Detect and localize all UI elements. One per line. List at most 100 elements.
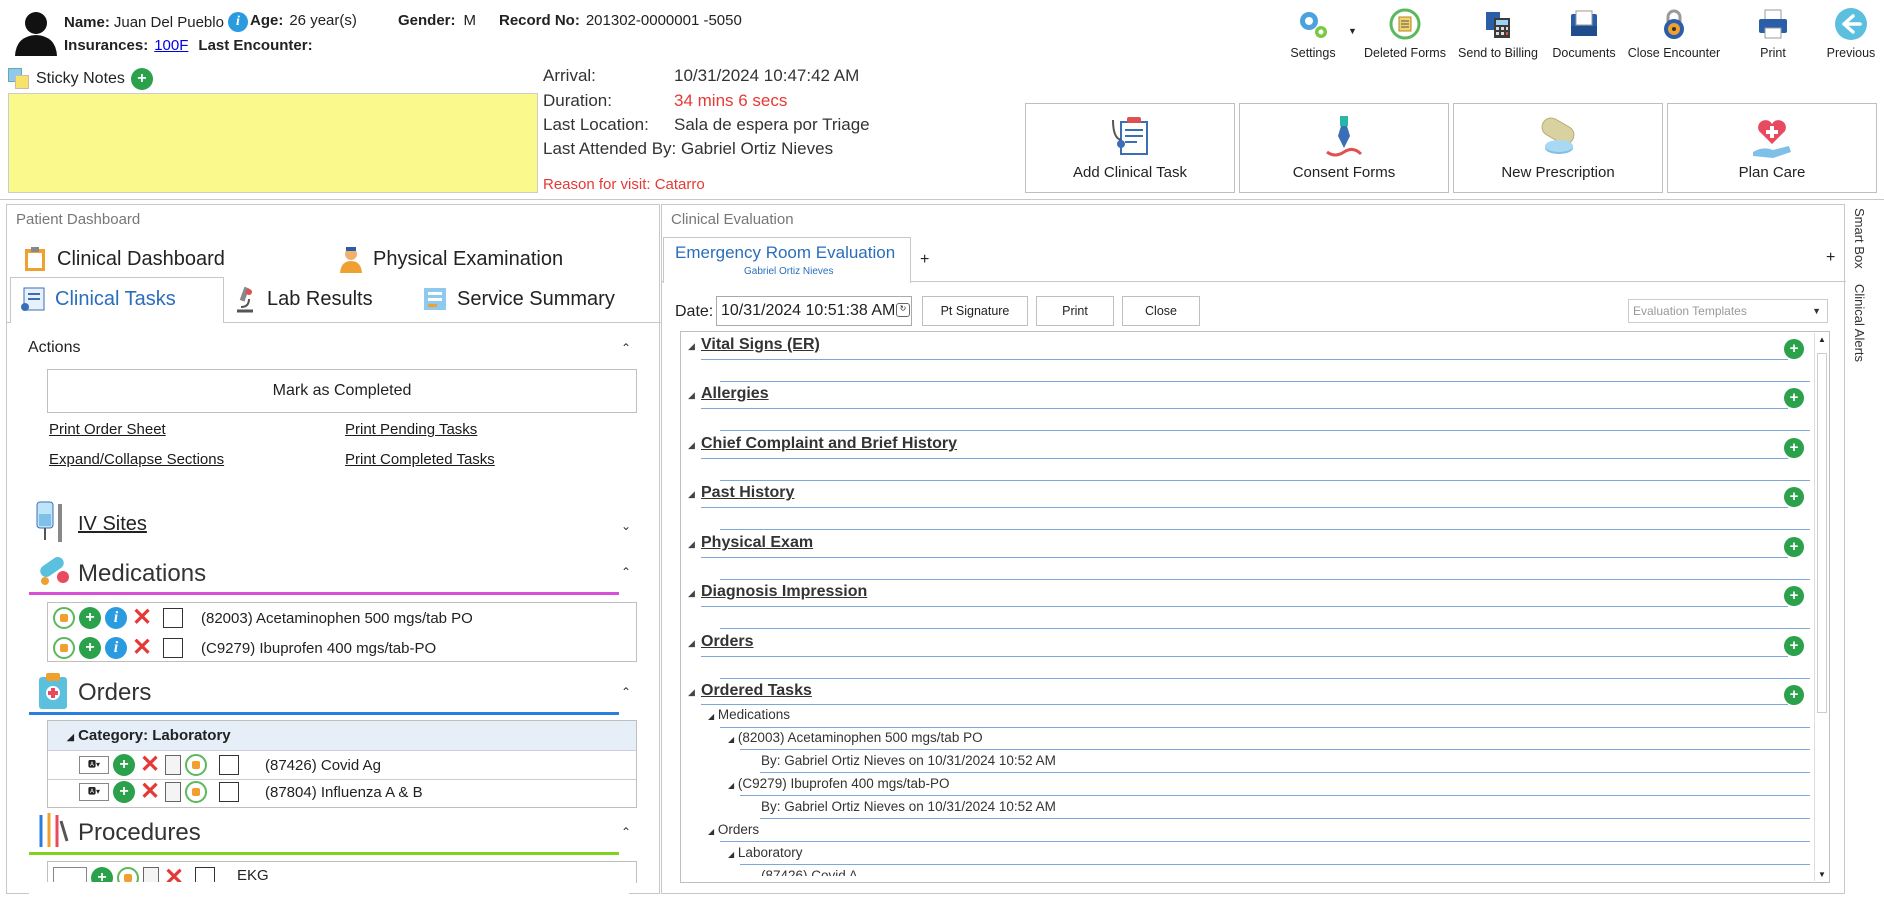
expand-collapse-link[interactable]: Expand/Collapse Sections	[49, 451, 224, 468]
status-dropdown[interactable]: 🅰▾	[79, 756, 109, 774]
section-title[interactable]: Chief Complaint and Brief History	[701, 435, 957, 453]
actions-collapse-icon[interactable]: ⌃	[621, 341, 631, 355]
evaluation-templates-select[interactable]: Evaluation Templates ▼	[1628, 299, 1828, 323]
add-section-entry-button[interactable]: +	[1784, 636, 1804, 656]
add-icon[interactable]: +	[91, 867, 113, 883]
expand-triangle-icon[interactable]: ◢	[688, 687, 695, 698]
order-checkbox[interactable]	[219, 755, 239, 775]
expand-triangle-icon[interactable]: ◢	[688, 489, 695, 500]
add-sticky-note-button[interactable]: +	[130, 68, 153, 90]
refill-icon[interactable]	[185, 754, 207, 776]
status-dropdown[interactable]	[53, 867, 87, 883]
section-title[interactable]: Past History	[701, 484, 794, 502]
order-checkbox[interactable]	[219, 782, 239, 802]
scroll-up-icon[interactable]: ▲	[1818, 335, 1826, 344]
tree-laboratory[interactable]: ◢ Laboratory	[728, 845, 802, 860]
add-section-entry-button[interactable]: +	[1784, 537, 1804, 557]
add-evaluation-button[interactable]: +	[1826, 249, 1835, 267]
print-completed-tasks-link[interactable]: Print Completed Tasks	[345, 451, 495, 468]
orders-collapse-icon[interactable]: ⌃	[621, 685, 631, 699]
section-title[interactable]: Vital Signs (ER)	[701, 336, 820, 354]
info-icon[interactable]: i	[105, 607, 127, 629]
medication-checkbox[interactable]	[163, 638, 183, 658]
medication-checkbox[interactable]	[163, 608, 183, 628]
tab-physical-examination[interactable]: Physical Examination	[337, 245, 563, 273]
settings-dropdown-icon[interactable]: ▼	[1348, 26, 1357, 36]
tree-orders[interactable]: ◢ Orders	[708, 822, 759, 837]
add-icon[interactable]: +	[79, 637, 101, 659]
previous-button[interactable]: Previous	[1803, 4, 1884, 60]
deleted-forms-button[interactable]: Deleted Forms	[1357, 4, 1453, 60]
section-title[interactable]: Allergies	[701, 385, 769, 403]
section-title[interactable]: Orders	[701, 633, 753, 651]
new-prescription-button[interactable]: New Prescription	[1453, 103, 1663, 193]
info-icon[interactable]: i	[105, 637, 127, 659]
add-section-entry-button[interactable]: +	[1784, 685, 1804, 705]
tab-service-summary[interactable]: Service Summary	[421, 285, 615, 313]
scroll-thumb[interactable]	[1817, 353, 1827, 713]
tree-med-item[interactable]: ◢ (C9279) Ibuprofen 400 mgs/tab-PO	[728, 776, 950, 791]
orders-category[interactable]: ◢ Category: Laboratory	[67, 727, 231, 744]
documents-button[interactable]: Documents	[1536, 4, 1632, 60]
tree-med-item[interactable]: ◢ (82003) Acetaminophen 500 mgs/tab PO	[728, 730, 983, 745]
tree-medications[interactable]: ◢ Medications	[708, 707, 790, 722]
add-section-entry-button[interactable]: +	[1784, 487, 1804, 507]
close-encounter-button[interactable]: Close Encounter	[1626, 4, 1722, 60]
add-section-entry-button[interactable]: +	[1784, 586, 1804, 606]
delete-icon[interactable]: ✕	[139, 753, 161, 777]
date-field[interactable]: 10/31/2024 10:51:38 AM	[716, 296, 912, 326]
section-ordered-tasks[interactable]: ◢ Ordered Tasks +	[680, 681, 1810, 721]
print-pending-tasks-link[interactable]: Print Pending Tasks	[345, 421, 477, 438]
clinical-alerts-tab[interactable]: Clinical Alerts	[1852, 284, 1867, 362]
refill-icon[interactable]	[53, 607, 75, 629]
tab-clinical-dashboard[interactable]: Clinical Dashboard	[21, 245, 225, 273]
section-vital-signs[interactable]: ◢ Vital Signs (ER) +	[680, 335, 1810, 382]
plan-care-button[interactable]: Plan Care	[1667, 103, 1877, 193]
send-to-billing-button[interactable]: Send to Billing	[1450, 4, 1546, 60]
lab-form-icon[interactable]	[165, 782, 181, 802]
tree-lab-item[interactable]: (87426) Covid A...	[761, 868, 869, 876]
pt-signature-button[interactable]: Pt Signature	[922, 296, 1028, 326]
alarm-icon[interactable]	[117, 867, 139, 883]
consent-forms-button[interactable]: Consent Forms	[1239, 103, 1449, 193]
procedure-checkbox[interactable]	[195, 867, 215, 883]
lab-form-icon[interactable]	[143, 867, 159, 883]
calendar-icon[interactable]: ↻	[896, 303, 910, 317]
expand-triangle-icon[interactable]: ◢	[688, 638, 695, 649]
section-title[interactable]: Physical Exam	[701, 534, 813, 552]
add-clinical-task-button[interactable]: Add Clinical Task	[1025, 103, 1235, 193]
scrollbar[interactable]: ▲ ▼	[1814, 333, 1828, 881]
add-tab-button[interactable]: +	[920, 251, 929, 269]
delete-icon[interactable]: ✕	[131, 636, 153, 660]
section-chief-complaint[interactable]: ◢ Chief Complaint and Brief History +	[680, 434, 1810, 481]
tab-lab-results[interactable]: Lab Results	[231, 285, 373, 313]
expand-triangle-icon[interactable]: ◢	[688, 440, 695, 451]
eval-close-button[interactable]: Close	[1122, 296, 1200, 326]
add-icon[interactable]: +	[113, 781, 135, 803]
section-physical-exam[interactable]: ◢ Physical Exam +	[680, 533, 1810, 580]
section-orders[interactable]: ◢ Orders +	[680, 632, 1810, 679]
expand-triangle-icon[interactable]: ◢	[688, 341, 695, 352]
delete-icon[interactable]: ✕	[139, 780, 161, 804]
add-icon[interactable]: +	[113, 754, 135, 776]
expand-triangle-icon[interactable]: ◢	[688, 390, 695, 401]
expand-triangle-icon[interactable]: ◢	[688, 539, 695, 550]
lab-form-icon[interactable]	[165, 755, 181, 775]
delete-icon[interactable]: ✕	[163, 867, 185, 883]
settings-button[interactable]: Settings	[1265, 4, 1361, 60]
refill-icon[interactable]	[53, 637, 75, 659]
refill-icon[interactable]	[185, 781, 207, 803]
status-dropdown[interactable]: 🅰▾	[79, 783, 109, 801]
iv-sites-expand-icon[interactable]: ⌄	[621, 519, 631, 533]
section-diagnosis-impression[interactable]: ◢ Diagnosis Impression +	[680, 582, 1810, 629]
medications-collapse-icon[interactable]: ⌃	[621, 565, 631, 579]
iv-sites-title[interactable]: IV Sites	[78, 513, 147, 536]
add-section-entry-button[interactable]: +	[1784, 388, 1804, 408]
add-section-entry-button[interactable]: +	[1784, 339, 1804, 359]
smart-box-tab[interactable]: Smart Box	[1852, 208, 1867, 269]
section-allergies[interactable]: ◢ Allergies +	[680, 384, 1810, 431]
eval-print-button[interactable]: Print	[1036, 296, 1114, 326]
scroll-down-icon[interactable]: ▼	[1818, 870, 1826, 879]
procedures-collapse-icon[interactable]: ⌃	[621, 825, 631, 839]
insurance-link[interactable]: 100F	[154, 37, 188, 54]
